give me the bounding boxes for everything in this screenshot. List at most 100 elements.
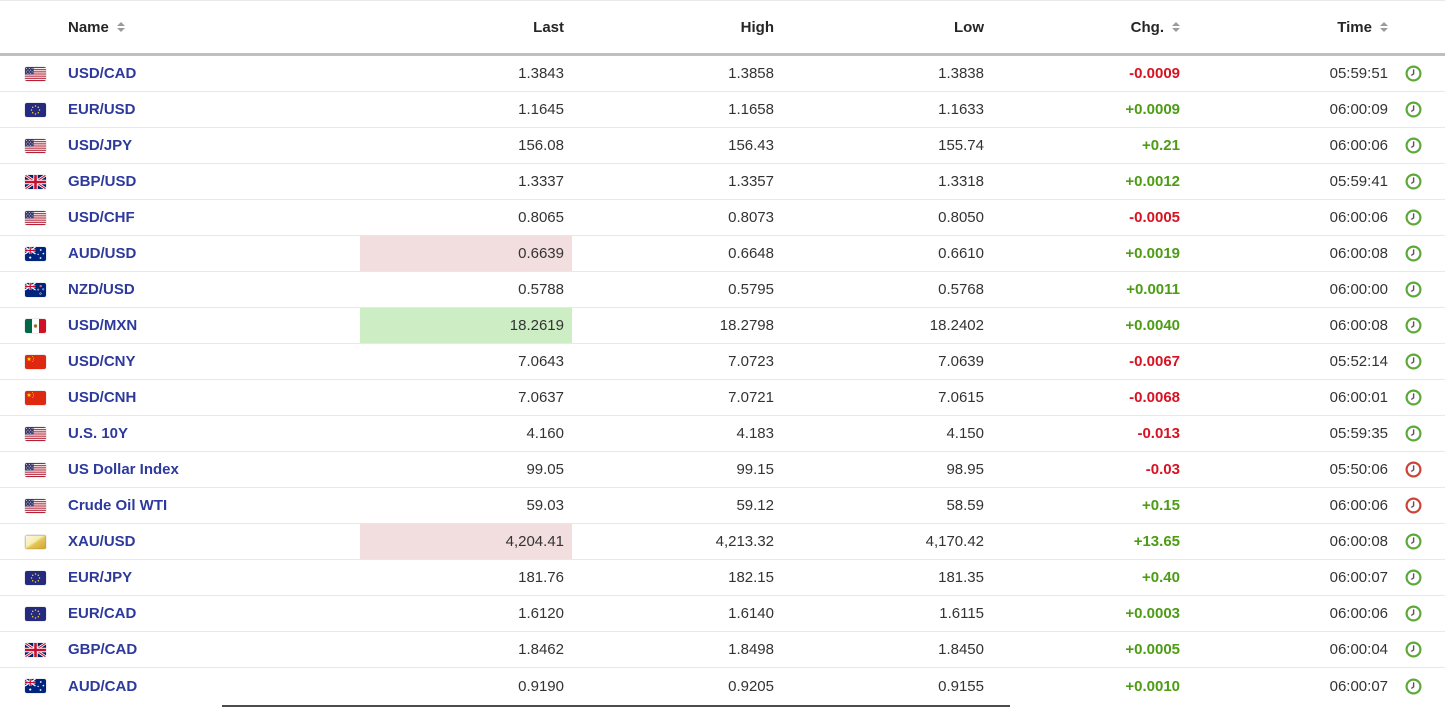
us-flag-icon xyxy=(25,499,46,513)
sort-arrows-icon xyxy=(1380,22,1388,32)
table-row[interactable]: USD/CNH 7.0637 7.0721 7.0615 -0.0068 06:… xyxy=(0,380,1445,416)
instrument-link[interactable]: USD/JPY xyxy=(68,137,132,154)
last-cell: 1.3337 xyxy=(360,164,572,199)
instrument-cell: USD/CHF xyxy=(0,200,360,235)
instrument-link[interactable]: AUD/CAD xyxy=(68,678,137,695)
instrument-link[interactable]: GBP/CAD xyxy=(68,641,137,658)
table-row[interactable]: XAU/USD 4,204.41 4,213.32 4,170.42 +13.6… xyxy=(0,524,1445,560)
table-row[interactable]: NZD/USD 0.5788 0.5795 0.5768 +0.0011 06:… xyxy=(0,272,1445,308)
last-cell: 1.8462 xyxy=(360,632,572,667)
table-row[interactable]: EUR/JPY 181.76 182.15 181.35 +0.40 06:00… xyxy=(0,560,1445,596)
last-cell: 0.9190 xyxy=(360,668,572,704)
time-cell: 05:59:35 xyxy=(1190,416,1398,451)
market-open-clock-icon xyxy=(1398,596,1445,631)
market-closed-clock-icon xyxy=(1398,452,1445,487)
instrument-cell: XAU/USD xyxy=(0,524,360,559)
chg-cell: +0.21 xyxy=(992,128,1190,163)
table-row[interactable]: EUR/USD 1.1645 1.1658 1.1633 +0.0009 06:… xyxy=(0,92,1445,128)
high-cell: 1.3858 xyxy=(572,56,782,91)
market-open-clock-icon xyxy=(1398,236,1445,271)
instrument-cell: USD/JPY xyxy=(0,128,360,163)
table-row[interactable]: USD/CHF 0.8065 0.8073 0.8050 -0.0005 06:… xyxy=(0,200,1445,236)
instrument-link[interactable]: USD/MXN xyxy=(68,317,137,334)
australia-flag-icon xyxy=(25,679,46,693)
instrument-cell: U.S. 10Y xyxy=(0,416,360,451)
column-header-last-label: Last xyxy=(533,19,564,36)
high-cell: 1.8498 xyxy=(572,632,782,667)
chg-cell: +0.0012 xyxy=(992,164,1190,199)
time-cell: 06:00:07 xyxy=(1190,560,1398,595)
high-cell: 182.15 xyxy=(572,560,782,595)
new-zealand-flag-icon xyxy=(25,283,46,297)
low-cell: 7.0615 xyxy=(782,380,992,415)
instrument-link[interactable]: USD/CNH xyxy=(68,389,136,406)
low-cell: 1.6115 xyxy=(782,596,992,631)
last-cell: 59.03 xyxy=(360,488,572,523)
low-cell: 0.9155 xyxy=(782,668,992,704)
instrument-cell: USD/MXN xyxy=(0,308,360,343)
table-row[interactable]: USD/CNY 7.0643 7.0723 7.0639 -0.0067 05:… xyxy=(0,344,1445,380)
instrument-link[interactable]: EUR/JPY xyxy=(68,569,132,586)
time-cell: 06:00:09 xyxy=(1190,92,1398,127)
table-body: USD/CAD 1.3843 1.3858 1.3838 -0.0009 05:… xyxy=(0,56,1445,704)
table-row[interactable]: USD/JPY 156.08 156.43 155.74 +0.21 06:00… xyxy=(0,128,1445,164)
high-cell: 0.8073 xyxy=(572,200,782,235)
table-row[interactable]: AUD/CAD 0.9190 0.9205 0.9155 +0.0010 06:… xyxy=(0,668,1445,704)
high-cell: 156.43 xyxy=(572,128,782,163)
instrument-link[interactable]: NZD/USD xyxy=(68,281,135,298)
column-header-chg[interactable]: Chg. xyxy=(992,19,1190,36)
instrument-link[interactable]: GBP/USD xyxy=(68,173,136,190)
table-row[interactable]: Crude Oil WTI 59.03 59.12 58.59 +0.15 06… xyxy=(0,488,1445,524)
china-flag-icon xyxy=(25,391,46,405)
table-row[interactable]: USD/MXN 18.2619 18.2798 18.2402 +0.0040 … xyxy=(0,308,1445,344)
chg-cell: +0.0005 xyxy=(992,632,1190,667)
instrument-link[interactable]: EUR/USD xyxy=(68,101,136,118)
mexico-flag-icon xyxy=(25,319,46,333)
instrument-cell: AUD/CAD xyxy=(0,668,360,704)
instrument-link[interactable]: AUD/USD xyxy=(68,245,136,262)
table-row[interactable]: USD/CAD 1.3843 1.3858 1.3838 -0.0009 05:… xyxy=(0,56,1445,92)
instrument-cell: Crude Oil WTI xyxy=(0,488,360,523)
column-header-chg-label: Chg. xyxy=(1131,19,1164,36)
low-cell: 155.74 xyxy=(782,128,992,163)
column-header-time[interactable]: Time xyxy=(1190,19,1398,36)
time-cell: 05:52:14 xyxy=(1190,344,1398,379)
chg-cell: +0.0009 xyxy=(992,92,1190,127)
high-cell: 0.9205 xyxy=(572,668,782,704)
high-cell: 1.6140 xyxy=(572,596,782,631)
sort-arrows-icon xyxy=(117,22,125,32)
instrument-link[interactable]: USD/CAD xyxy=(68,65,136,82)
table-row[interactable]: AUD/USD 0.6639 0.6648 0.6610 +0.0019 06:… xyxy=(0,236,1445,272)
table-header-row: Name Last High Low Chg. Time xyxy=(0,1,1445,56)
us-flag-icon xyxy=(25,463,46,477)
low-cell: 0.8050 xyxy=(782,200,992,235)
high-cell: 4.183 xyxy=(572,416,782,451)
instrument-link[interactable]: US Dollar Index xyxy=(68,461,179,478)
instrument-link[interactable]: XAU/USD xyxy=(68,533,136,550)
market-open-clock-icon xyxy=(1398,164,1445,199)
instrument-link[interactable]: EUR/CAD xyxy=(68,605,136,622)
instrument-cell: GBP/USD xyxy=(0,164,360,199)
last-cell: 0.8065 xyxy=(360,200,572,235)
high-cell: 99.15 xyxy=(572,452,782,487)
table-row[interactable]: US Dollar Index 99.05 99.15 98.95 -0.03 … xyxy=(0,452,1445,488)
last-cell: 181.76 xyxy=(360,560,572,595)
instrument-link[interactable]: USD/CNY xyxy=(68,353,136,370)
table-row[interactable]: EUR/CAD 1.6120 1.6140 1.6115 +0.0003 06:… xyxy=(0,596,1445,632)
low-cell: 181.35 xyxy=(782,560,992,595)
instrument-link[interactable]: USD/CHF xyxy=(68,209,135,226)
instrument-cell: EUR/CAD xyxy=(0,596,360,631)
table-row[interactable]: U.S. 10Y 4.160 4.183 4.150 -0.013 05:59:… xyxy=(0,416,1445,452)
high-cell: 59.12 xyxy=(572,488,782,523)
instrument-cell: USD/CNY xyxy=(0,344,360,379)
chg-cell: -0.0067 xyxy=(992,344,1190,379)
chg-cell: +0.15 xyxy=(992,488,1190,523)
instrument-link[interactable]: Crude Oil WTI xyxy=(68,497,167,514)
table-row[interactable]: GBP/CAD 1.8462 1.8498 1.8450 +0.0005 06:… xyxy=(0,632,1445,668)
chg-cell: +0.0003 xyxy=(992,596,1190,631)
market-open-clock-icon xyxy=(1398,272,1445,307)
instrument-link[interactable]: U.S. 10Y xyxy=(68,425,128,442)
table-row[interactable]: GBP/USD 1.3337 1.3357 1.3318 +0.0012 05:… xyxy=(0,164,1445,200)
column-header-name[interactable]: Name xyxy=(0,19,360,36)
gold-bar-icon xyxy=(25,535,46,549)
